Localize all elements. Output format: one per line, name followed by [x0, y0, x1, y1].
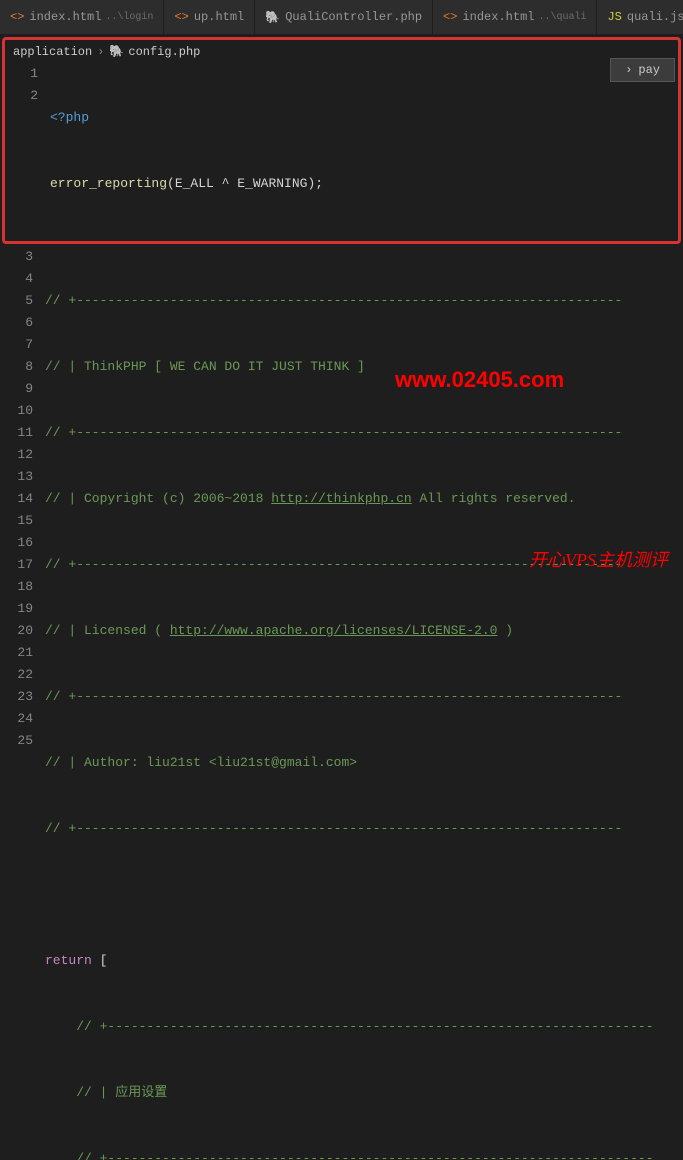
tab-label: up.html [194, 10, 244, 24]
breadcrumb[interactable]: application › 🐘 config.php [5, 40, 678, 63]
editor-first-lines: 1 2 <?php error_reporting(E_ALL ^ E_WARN… [5, 63, 678, 239]
code-area[interactable]: // +------------------------------------… [45, 246, 683, 1160]
gutter: 3 4 5 6 7 8 9 10 11 12 13 14 15 16 17 18… [0, 246, 45, 1160]
chevron-right-icon: › [97, 45, 104, 59]
tab-index-quali[interactable]: <> index.html ..\quali [433, 0, 597, 34]
php-open-tag: <?php [50, 110, 89, 125]
highlighted-region: application › 🐘 config.php 1 2 <?php err… [2, 37, 681, 244]
tab-label: index.html [29, 10, 101, 24]
editor-body: 3 4 5 6 7 8 9 10 11 12 13 14 15 16 17 18… [0, 246, 683, 1160]
chevron-right-icon: › [625, 63, 632, 77]
tab-label: index.html [462, 10, 534, 24]
tab-path: ..\quali [538, 12, 586, 23]
tab-quali-js[interactable]: JS quali.js [597, 0, 683, 34]
breadcrumb-folder: application [13, 45, 92, 59]
tab-path: ..\login [105, 12, 153, 23]
tab-index-login[interactable]: <> index.html ..\login [0, 0, 164, 34]
tab-up-html[interactable]: <> up.html [164, 0, 255, 34]
php-icon: 🐘 [265, 10, 280, 25]
function-call: error_reporting [50, 176, 167, 191]
breadcrumb-file: config.php [128, 45, 200, 59]
pay-button[interactable]: › pay [610, 58, 675, 82]
pay-label: pay [638, 63, 660, 77]
tab-quali-controller[interactable]: 🐘 QualiController.php [255, 0, 433, 34]
gutter: 1 2 [5, 63, 50, 239]
code-area[interactable]: <?php error_reporting(E_ALL ^ E_WARNING)… [50, 63, 678, 239]
editor-tabs: <> index.html ..\login <> up.html 🐘 Qual… [0, 0, 683, 35]
html-icon: <> [443, 10, 457, 24]
tab-label: QualiController.php [285, 10, 422, 24]
tab-label: quali.js [627, 10, 683, 24]
html-icon: <> [174, 10, 188, 24]
php-icon: 🐘 [109, 44, 124, 59]
js-icon: JS [607, 10, 621, 24]
html-icon: <> [10, 10, 24, 24]
link-license[interactable]: http://www.apache.org/licenses/LICENSE-2… [170, 623, 498, 638]
link-thinkphp[interactable]: http://thinkphp.cn [271, 491, 411, 506]
